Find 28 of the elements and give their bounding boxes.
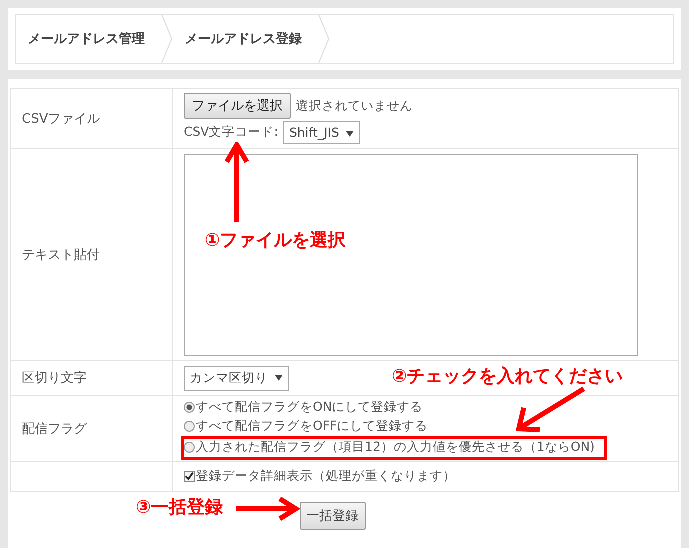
breadcrumb-link[interactable]: メールアドレス登録 (173, 30, 318, 48)
arrow-drawing (236, 496, 300, 522)
delimiter-select[interactable]: カンマ区切り (184, 366, 289, 390)
caret-icon (346, 130, 354, 137)
radio-label: すべて配信フラグをONにして登録する (196, 398, 424, 416)
annotation-label: ②チェックを入れてください (392, 365, 624, 388)
file-status: 選択されていません (296, 98, 413, 114)
radio-button[interactable] (184, 402, 195, 412)
field-label: 区切り文字 (22, 370, 87, 387)
radio-label: すべて配信フラグをOFFにして登録する (196, 418, 428, 434)
radio-label: 入力された配信フラグ（項目12）の入力値を優先させる（1ならON) (196, 439, 595, 456)
annotation-label: ①ファイルを選択 (205, 229, 346, 252)
radio-button[interactable] (184, 420, 195, 432)
annotation-label: ③一括登録 (136, 496, 224, 519)
field-label: CSVファイル (22, 110, 100, 128)
file-select-button[interactable]: ファイルを選択 (184, 93, 291, 119)
caret-icon (274, 375, 283, 382)
bulk-register-button[interactable]: 一括登録 (300, 502, 366, 530)
encoding-select[interactable]: Shift_JIS (283, 121, 360, 144)
encoding-label: CSV文字コード: (184, 124, 278, 141)
checkbox-label: 登録データ詳細表示（処理が重くなります） (196, 468, 456, 485)
field-label: テキスト貼付 (22, 246, 100, 264)
breadcrumb-link[interactable]: メールアドレス管理 (16, 30, 161, 48)
field-label: 配信フラグ (22, 420, 87, 438)
arrow-drawing (516, 386, 586, 432)
checkbox[interactable] (184, 471, 195, 482)
text-area[interactable] (184, 154, 638, 356)
radio-button[interactable] (184, 442, 195, 453)
